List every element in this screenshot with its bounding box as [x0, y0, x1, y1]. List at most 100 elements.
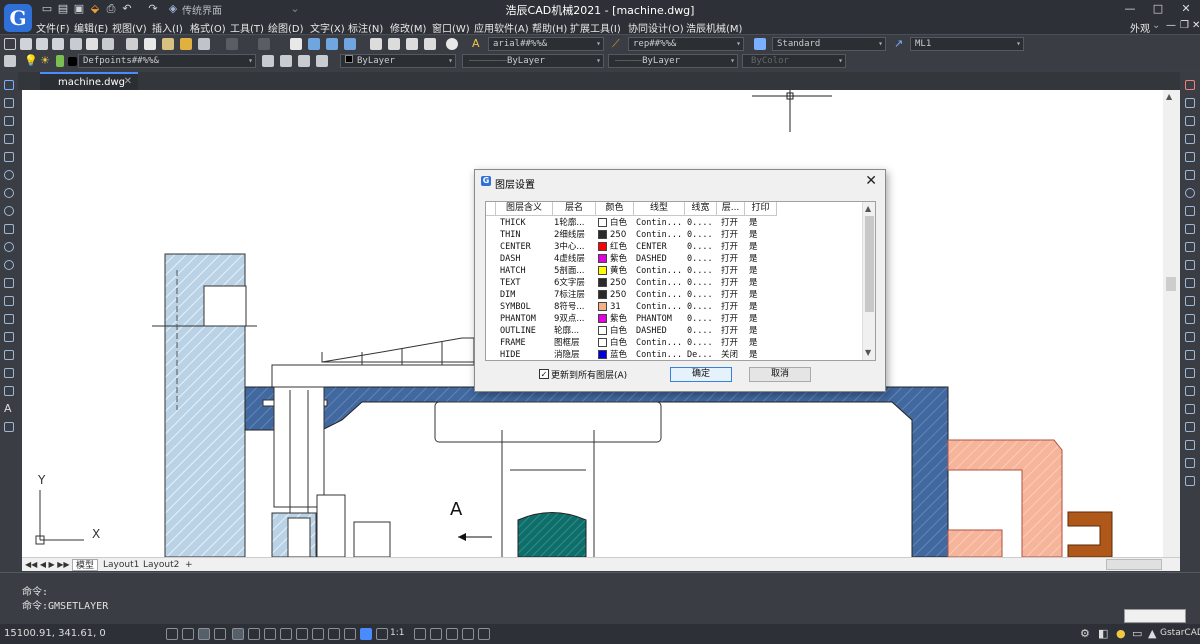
grid-icon[interactable]: [166, 628, 178, 640]
layer-previous-icon[interactable]: [280, 55, 292, 67]
offset-icon[interactable]: [1185, 134, 1195, 144]
bring-front-icon[interactable]: [1185, 386, 1195, 396]
preview-icon[interactable]: [86, 38, 98, 50]
saveas-icon[interactable]: [52, 38, 64, 50]
workspace-switch-icon[interactable]: [446, 628, 458, 640]
make-current-icon[interactable]: [262, 55, 274, 67]
tab-layout2[interactable]: Layout2: [140, 559, 182, 571]
col-header-state[interactable]: 层...: [717, 202, 745, 216]
color-swatch[interactable]: [598, 230, 607, 239]
color-swatch[interactable]: [598, 326, 607, 335]
menu-edit[interactable]: 编辑(E): [74, 20, 108, 35]
cut-icon[interactable]: [126, 38, 138, 50]
color-select[interactable]: ByLayer ▾: [340, 54, 456, 68]
menu-text[interactable]: 文字(X): [310, 20, 345, 35]
tab-add[interactable]: +: [182, 559, 196, 571]
undo-icon[interactable]: [226, 38, 238, 50]
layer-row[interactable]: HATCH 5剖面... 黄色 Contin... 0.... 打开是: [486, 265, 862, 277]
scroll-up-icon[interactable]: ▲: [1166, 92, 1172, 101]
layer-row[interactable]: TEXT 6文字层 250 Contin... 0.... 打开是: [486, 277, 862, 289]
snap-icon[interactable]: [182, 628, 194, 640]
lock-icon[interactable]: [56, 55, 64, 67]
scroll-thumb[interactable]: [1166, 277, 1176, 291]
color-swatch[interactable]: [598, 302, 607, 311]
layer-row[interactable]: DIM 7标注层 250 Contin... 0.... 打开是: [486, 289, 862, 301]
tool-palette-icon[interactable]: [406, 38, 418, 50]
help-icon[interactable]: [446, 38, 458, 50]
zoom-previous-icon[interactable]: [344, 38, 356, 50]
otrack-icon[interactable]: [248, 628, 260, 640]
doc-restore-button[interactable]: ❐: [1180, 20, 1189, 31]
polar-icon[interactable]: [214, 628, 226, 640]
move-icon[interactable]: [1185, 170, 1195, 180]
polyline-icon[interactable]: [4, 116, 14, 126]
col-header-color[interactable]: 颜色: [596, 202, 634, 216]
rectangle-icon[interactable]: [4, 152, 14, 162]
ellipse-icon[interactable]: [4, 242, 14, 252]
plotstyle-select[interactable]: ByColor ▾: [742, 54, 846, 68]
pan-icon[interactable]: [290, 38, 302, 50]
erase-icon[interactable]: [1185, 80, 1195, 90]
layer-row[interactable]: SYMBOL 8符号... 31 Contin... 0.... 打开是: [486, 301, 862, 313]
trim-icon[interactable]: [1185, 242, 1195, 252]
horizontal-scrollbar[interactable]: [1106, 559, 1162, 570]
layer-row[interactable]: THICK 1轮廓... 白色 Contin... 0.... 打开是: [486, 217, 862, 229]
layer-select[interactable]: Defpoints##%%& ▾: [78, 54, 256, 68]
copy-icon[interactable]: [144, 38, 156, 50]
scroll-down-icon[interactable]: ▼: [865, 348, 871, 357]
col-header-linetype[interactable]: 线型: [634, 202, 685, 216]
color-swatch[interactable]: [598, 314, 607, 323]
model-space-icon[interactable]: [360, 628, 372, 640]
annotation-scale[interactable]: 1:1: [390, 628, 404, 638]
ortho-icon[interactable]: [198, 628, 210, 640]
menu-file[interactable]: 文件(F): [36, 20, 70, 35]
polygon-icon[interactable]: [4, 134, 14, 144]
ellipse-arc-icon[interactable]: [4, 260, 14, 270]
table-scrollbar[interactable]: ▲ ▼: [862, 202, 875, 360]
menu-mechanical[interactable]: 浩辰机械(M): [686, 20, 742, 35]
gear-icon[interactable]: ⚙: [1080, 627, 1090, 640]
clean-screen-icon[interactable]: [478, 628, 490, 640]
make-block-icon[interactable]: [4, 296, 14, 306]
annotation-scale-icon[interactable]: [376, 628, 388, 640]
mtext-icon[interactable]: A: [4, 403, 14, 414]
join-icon[interactable]: [1185, 296, 1195, 306]
menu-view[interactable]: 视图(V): [112, 20, 147, 35]
dim-style-select[interactable]: rep##%%& ▾: [628, 37, 744, 51]
block-editor-icon[interactable]: [198, 38, 210, 50]
color-swatch[interactable]: [598, 350, 607, 359]
linetype-select[interactable]: ———————ByLayer ▾: [462, 54, 604, 68]
menu-window[interactable]: 窗口(W): [432, 20, 470, 35]
col-header-print[interactable]: 打印: [745, 202, 777, 216]
insert-block-icon[interactable]: [4, 278, 14, 288]
rotate-icon[interactable]: [1185, 188, 1195, 198]
stretch-icon[interactable]: [1185, 224, 1195, 234]
text-front-icon[interactable]: [1185, 422, 1195, 432]
dyn-icon[interactable]: [264, 628, 276, 640]
col-header-lineweight[interactable]: 线宽: [685, 202, 717, 216]
match-prop-icon[interactable]: [180, 38, 192, 50]
layer-match-icon[interactable]: [316, 55, 328, 67]
dim-front-icon[interactable]: [1185, 440, 1195, 450]
zoom-window-icon[interactable]: [326, 38, 338, 50]
send-back-icon[interactable]: [1185, 404, 1195, 414]
open-icon[interactable]: [20, 38, 32, 50]
qp-icon[interactable]: [312, 628, 324, 640]
point-icon[interactable]: [4, 314, 14, 324]
col-header-name[interactable]: 层名: [553, 202, 596, 216]
menu-insert[interactable]: 插入(I): [152, 20, 183, 35]
spline-icon[interactable]: [4, 224, 14, 234]
layer-row[interactable]: OUTLINE 轮廓... 白色 DASHED 0.... 打开是: [486, 325, 862, 337]
revcloud-icon[interactable]: [4, 206, 14, 216]
table-style-select[interactable]: Standard ▾: [772, 37, 886, 51]
menu-draw[interactable]: 绘图(D): [268, 20, 304, 35]
menu-help[interactable]: 帮助(H): [532, 20, 567, 35]
update-all-layers-label[interactable]: 更新到所有图层(A): [551, 368, 627, 381]
gradient-icon[interactable]: [4, 350, 14, 360]
circle-icon[interactable]: [4, 188, 14, 198]
layer-row[interactable]: HIDE 消隐层 蓝色 Contin... De... 关闭是: [486, 349, 862, 360]
col-header-meaning[interactable]: 图层含义: [496, 202, 553, 216]
tp-icon[interactable]: [296, 628, 308, 640]
table-scroll-thumb[interactable]: [865, 216, 874, 312]
lwt-icon[interactable]: [280, 628, 292, 640]
